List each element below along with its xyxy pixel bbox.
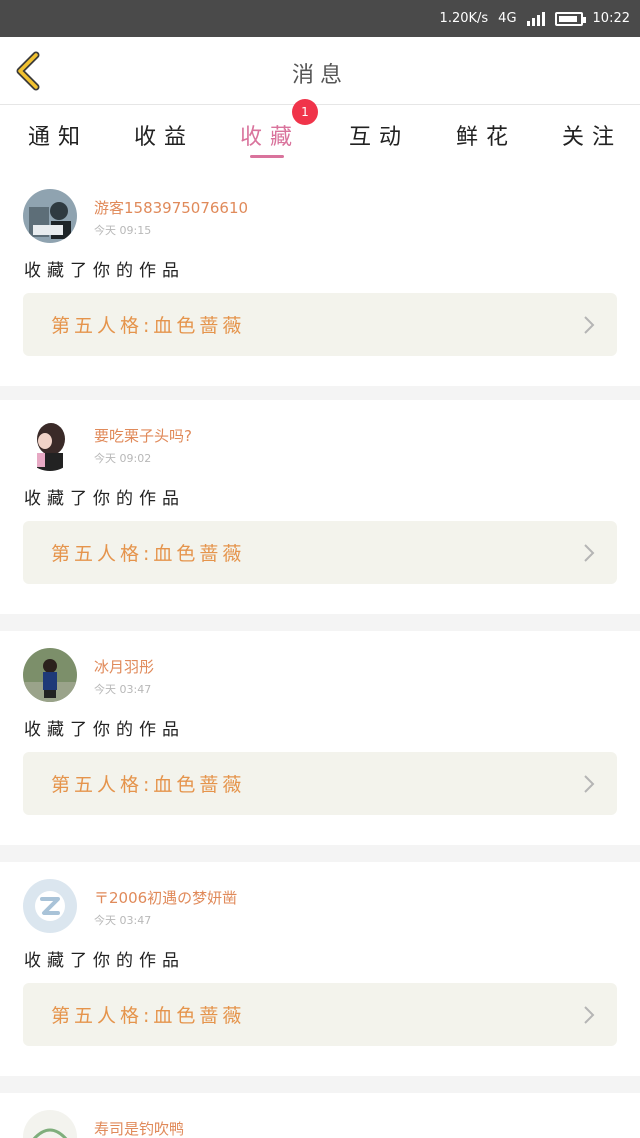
action-text: 收藏了你的作品 [24,951,185,971]
timestamp: 今天 09:02 [94,452,152,465]
list-item[interactable]: 冰月羽彤 今天 03:47 收藏了你的作品 第五人格:血色蔷薇 [0,631,640,845]
page-title: 消息 [291,63,348,88]
avatar[interactable] [23,648,77,702]
work-link[interactable]: 第五人格:血色蔷薇 [23,983,617,1046]
list-item[interactable]: 要吃栗子头吗? 今天 09:02 收藏了你的作品 第五人格:血色蔷薇 [0,400,640,614]
work-title: 第五人格:血色蔷薇 [51,1005,246,1027]
work-title: 第五人格:血色蔷薇 [51,774,246,796]
username[interactable]: 游客1583975076610 [94,197,248,218]
avatar[interactable] [23,417,77,471]
tab-following[interactable]: 关注 [562,119,622,151]
avatar[interactable] [23,189,77,243]
list-item[interactable]: 游客1583975076610 今天 09:15 收藏了你的作品 第五人格:血色… [0,172,640,386]
tab-flowers[interactable]: 鲜花 [456,119,516,151]
work-link[interactable]: 第五人格:血色蔷薇 [23,752,617,815]
work-link[interactable]: 第五人格:血色蔷薇 [23,521,617,584]
work-title: 第五人格:血色蔷薇 [51,315,246,337]
timestamp: 今天 09:15 [94,224,152,237]
avatar[interactable] [23,1110,77,1138]
chevron-right-icon [584,775,595,793]
timestamp: 今天 03:47 [94,683,152,696]
network-speed: 1.20K/s [439,11,489,26]
username[interactable]: 〒2006初遇の梦妍凿 [94,887,237,908]
timestamp: 今天 03:47 [94,914,152,927]
favorites-badge: 1 [292,99,318,125]
action-text: 收藏了你的作品 [24,720,185,740]
active-tab-indicator [250,155,284,158]
chevron-right-icon [584,316,595,334]
battery-icon [554,11,586,26]
work-link[interactable]: 第五人格:血色蔷薇 [23,293,617,356]
status-bar: 1.20K/s 4G 10:22 [0,0,640,37]
username[interactable]: 要吃栗子头吗? [94,425,192,446]
clock: 10:22 [592,11,630,26]
username[interactable]: 冰月羽彤 [94,656,154,677]
list-item[interactable]: 〒2006初遇の梦妍凿 今天 03:47 收藏了你的作品 第五人格:血色蔷薇 [0,862,640,1076]
list-item[interactable]: 寿司是钓吹鸭 [0,1093,640,1138]
avatar[interactable] [23,879,77,933]
username[interactable]: 寿司是钓吹鸭 [94,1118,184,1138]
signal-icon [526,11,545,26]
action-text: 收藏了你的作品 [24,261,185,281]
network-type: 4G [498,11,517,26]
tab-interactions[interactable]: 互动 [349,119,409,151]
chevron-right-icon [584,1006,595,1024]
work-title: 第五人格:血色蔷薇 [51,543,246,565]
action-text: 收藏了你的作品 [24,489,185,509]
tab-bar: 通知 收益 收藏 1 互动 鲜花 关注 [0,99,640,173]
nav-header: 消息 [0,37,640,105]
tab-notifications[interactable]: 通知 [28,119,88,151]
tab-favorites[interactable]: 收藏 [240,119,300,151]
chevron-right-icon [584,544,595,562]
tab-earnings[interactable]: 收益 [134,119,194,151]
